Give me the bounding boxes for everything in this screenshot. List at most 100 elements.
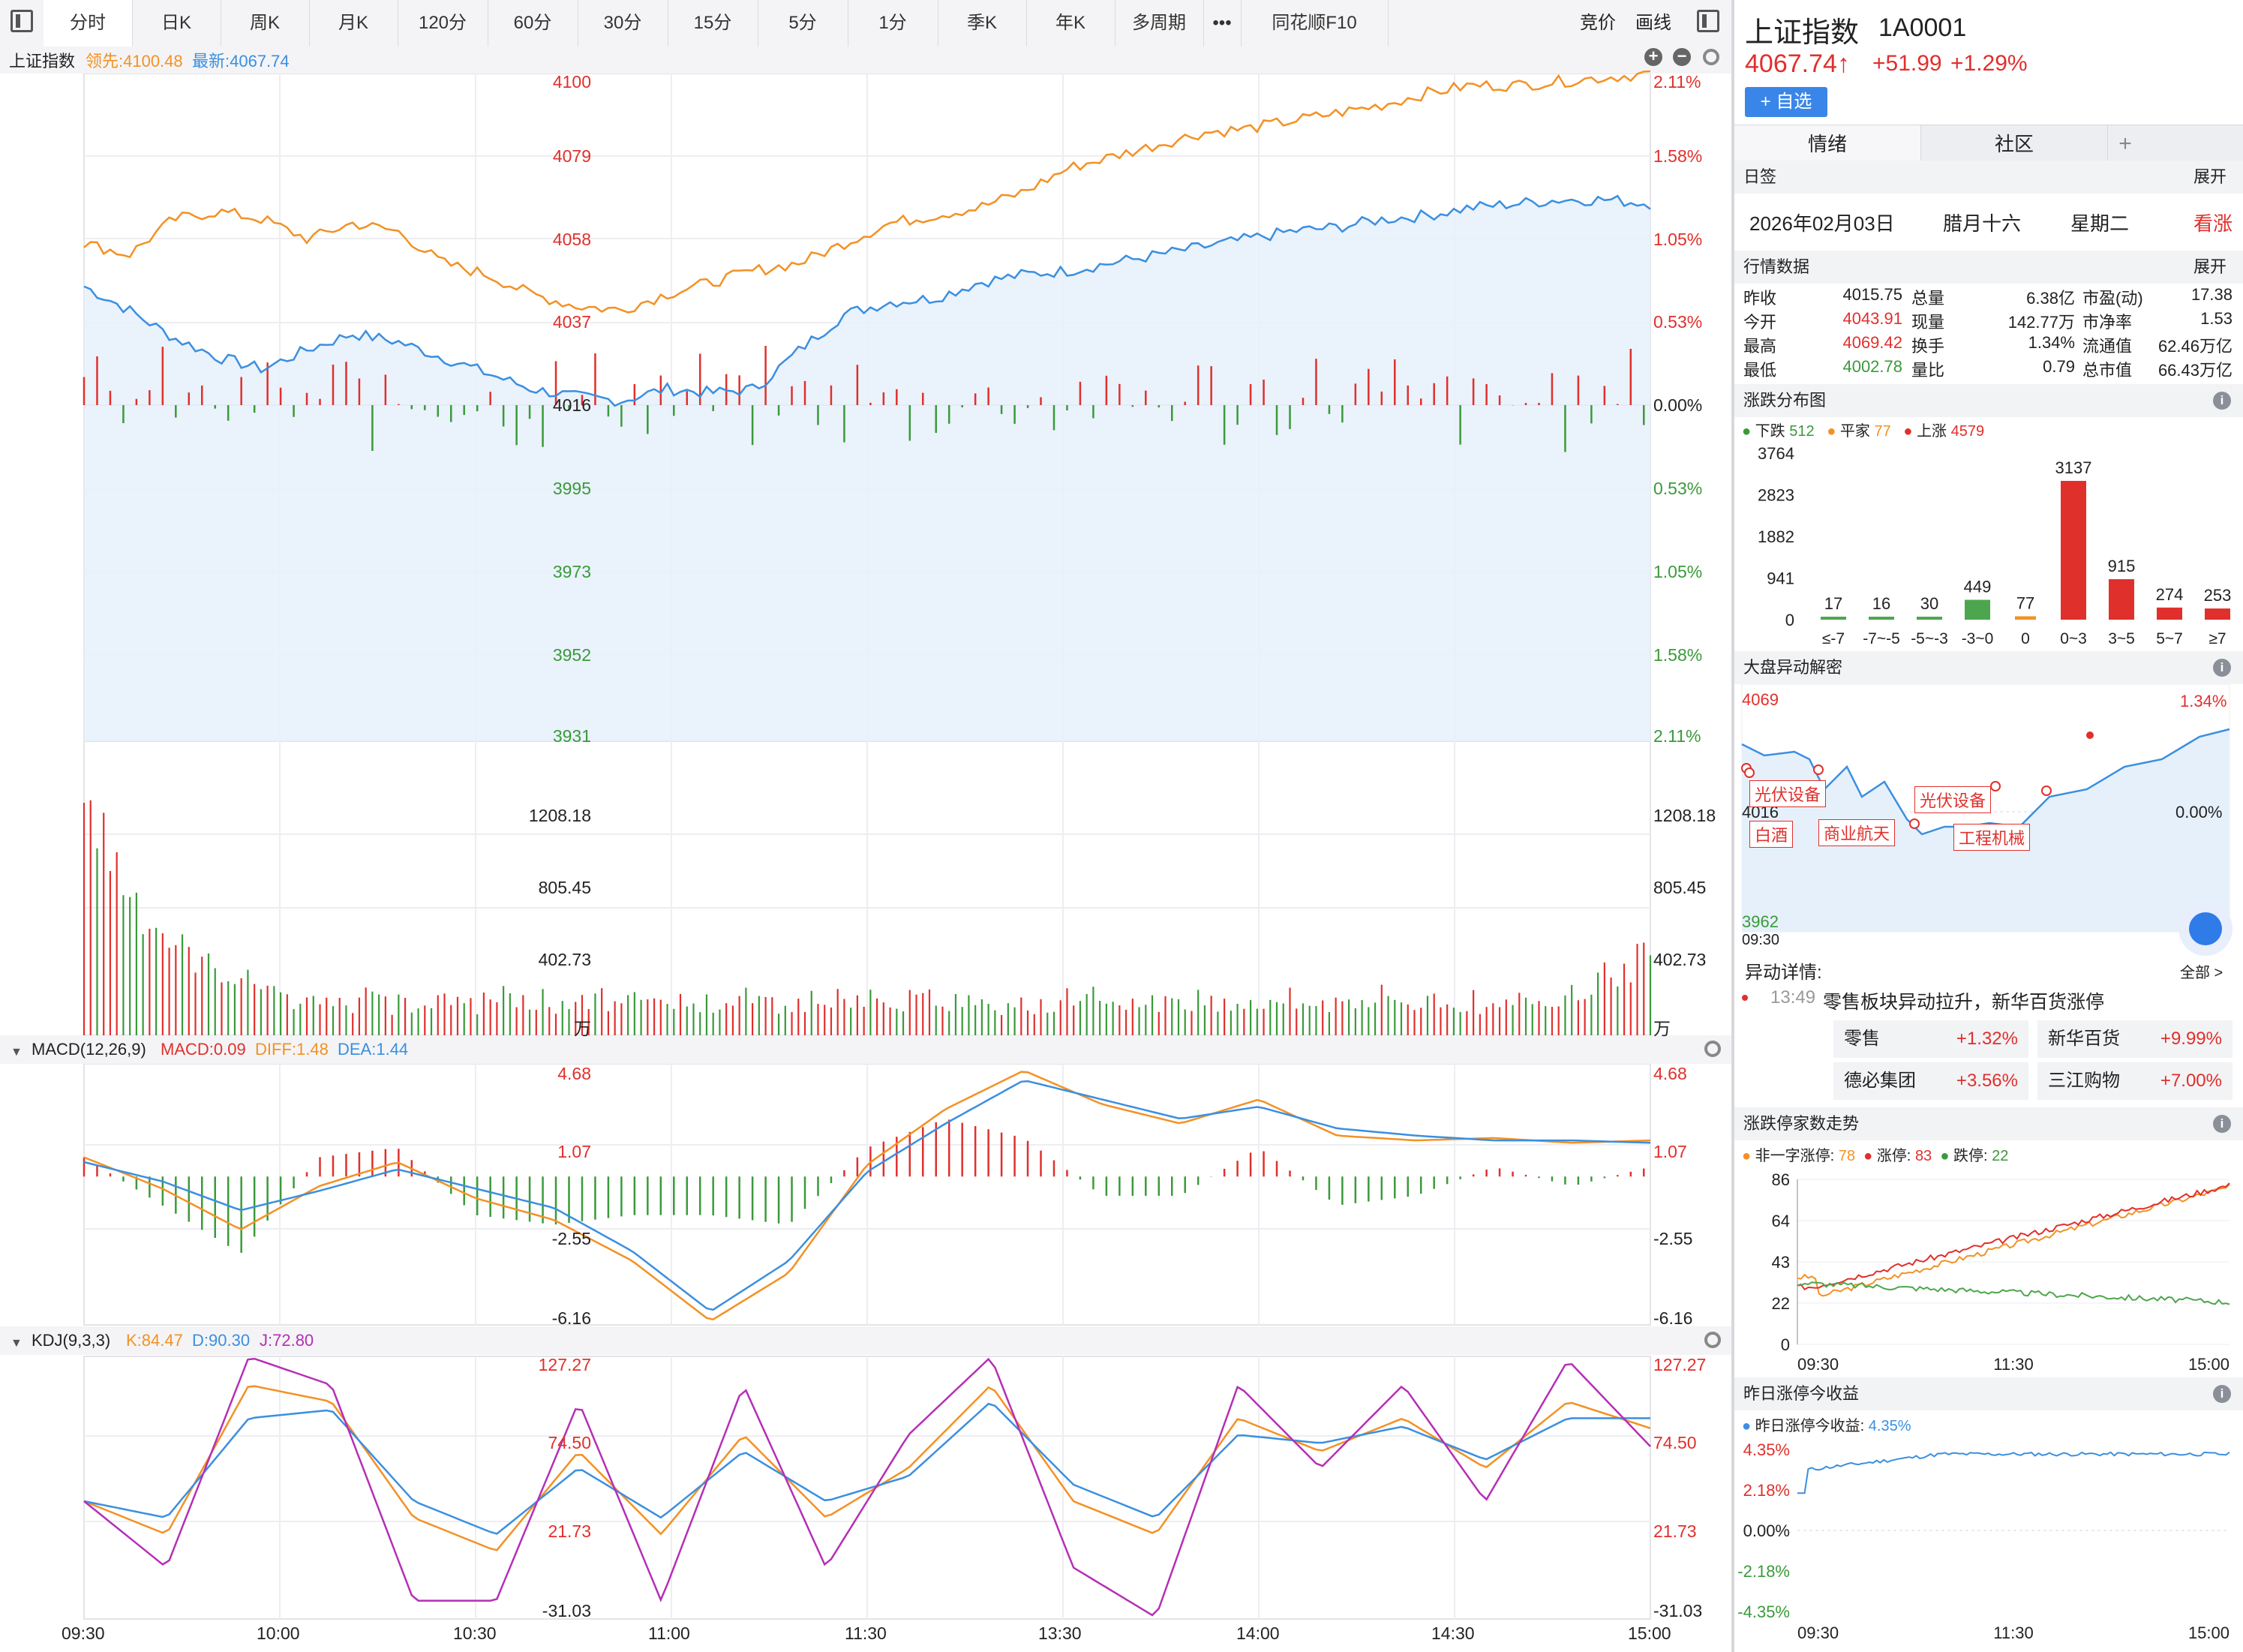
macd-tick: 1.07 (1653, 1142, 1687, 1161)
period-tab-13[interactable]: ••• (1203, 0, 1242, 47)
dist-bar (1821, 617, 1846, 620)
quote-value: 66.43万亿 (2157, 361, 2232, 380)
dist-category: ≤-7 (1822, 630, 1845, 647)
right-tabs: 情绪 社区 + (1734, 125, 2243, 164)
anomaly-all-link[interactable]: 全部 > (2180, 960, 2223, 982)
stock-pill-retail[interactable]: 零售 +1.32% (1833, 1020, 2028, 1058)
volume-tick: 万 (1653, 1019, 1671, 1038)
quote-value: 62.46万亿 (2157, 337, 2232, 356)
pill-pct: +1.32% (1956, 1029, 2018, 1049)
quote-value: 4002.78 (1842, 357, 1902, 376)
macd-tick: -2.55 (1653, 1229, 1693, 1248)
limit-section-title: 涨跌停家数走势 (1743, 1114, 1860, 1133)
macd-diff-value: DIFF:1.48 (255, 1040, 329, 1059)
quote-value: 4069.42 (1842, 333, 1902, 352)
quote-value: 0.79 (2043, 357, 2075, 376)
period-tab-1[interactable]: 日K (132, 0, 221, 47)
stock-title: 上证指数 (1745, 17, 1860, 49)
period-tab-2[interactable]: 周K (221, 0, 310, 47)
dist-category: -7~-5 (1863, 630, 1900, 647)
period-tab-11[interactable]: 年K (1026, 0, 1115, 47)
dist-value: 77 (2016, 593, 2034, 612)
limit-legend: ● 非一字涨停: 78 ● 涨停: 83 ● 跌停: 22 (1742, 1148, 2009, 1164)
dist-ytick: 941 (1767, 569, 1794, 588)
macd-tick: 1.07 (557, 1142, 591, 1161)
quote-label: 总市值 (2082, 361, 2133, 380)
time-tick: 09:30 (62, 1623, 105, 1643)
period-tab-7[interactable]: 15分 (668, 0, 758, 47)
quote-label: 换手 (1911, 337, 1945, 356)
anomaly-tag-pv1[interactable]: 光伏设备 (1749, 780, 1827, 807)
quote-label: 今开 (1743, 313, 1777, 332)
macd-settings-icon[interactable] (1704, 1041, 1721, 1057)
auction-button[interactable]: 竞价 (1580, 0, 1616, 47)
tab-community[interactable]: 社区 (1921, 125, 2108, 163)
toggle-left-panel-icon[interactable] (11, 10, 33, 32)
quote-label: 最低 (1743, 361, 1777, 380)
stock-pill-debi[interactable]: 德必集团 +3.56% (1833, 1062, 2028, 1100)
period-tab-4[interactable]: 120分 (398, 0, 488, 47)
period-tab-3[interactable]: 月K (309, 0, 398, 47)
period-tab-10[interactable]: 季K (938, 0, 1027, 47)
anomaly-mini-chart (1741, 684, 2230, 933)
kdj-k-value: K:84.47 (126, 1331, 183, 1350)
settings-gear-icon[interactable] (1703, 49, 1719, 65)
price-tick: 3952 (552, 645, 591, 665)
date-expand-link[interactable]: 展开 (2193, 161, 2226, 194)
add-tab-icon[interactable]: + (2108, 125, 2142, 163)
stock-pill-xinhua[interactable]: 新华百货 +9.99% (2037, 1020, 2232, 1058)
draw-line-button[interactable]: 画线 (1635, 0, 1671, 47)
collapse-kdj-icon[interactable]: ▼ (11, 1337, 23, 1350)
dist-info-icon[interactable]: i (2213, 392, 2231, 410)
yest-info-icon[interactable]: i (2213, 1385, 2231, 1403)
anomaly-section-header: 大盘异动解密 i (1734, 651, 2243, 684)
period-tab-5[interactable]: 60分 (488, 0, 578, 47)
anom-marker (1990, 781, 2001, 791)
dist-category: 0 (2021, 630, 2030, 647)
anomaly-pct: 1.34% (2180, 692, 2227, 710)
time-tick: 15:00 (1628, 1623, 1671, 1643)
quote-expand-link[interactable]: 展开 (2193, 251, 2226, 284)
pct-tick: 1.58% (1653, 146, 1703, 166)
mood-bullish[interactable]: 看涨 (2193, 209, 2232, 236)
yest-ytick: 0.00% (1743, 1521, 1790, 1540)
event-time: 13:49 (1770, 987, 1816, 1008)
dist-ytick: 0 (1785, 611, 1794, 629)
kdj-settings-icon[interactable] (1704, 1332, 1721, 1348)
assistant-float-button[interactable] (2178, 902, 2232, 956)
collapse-macd-icon[interactable]: ▼ (11, 1046, 23, 1059)
dist-value: 449 (1964, 578, 1992, 596)
period-tab-8[interactable]: 5分 (758, 0, 848, 47)
anomaly-bottom-value: 3962 (1742, 912, 1779, 931)
kdj-j-value: J:72.80 (260, 1331, 314, 1350)
kdj-tick: 74.50 (1653, 1433, 1697, 1452)
limit-info-icon[interactable]: i (2213, 1115, 2231, 1133)
anomaly-tag-machinery[interactable]: 工程机械 (1953, 824, 2031, 851)
stock-pill-sanjiang[interactable]: 三江购物 +7.00% (2037, 1062, 2232, 1100)
lead-value-label: 领先:4100.48 (86, 52, 183, 71)
price-tick: 4100 (552, 72, 591, 92)
dist-bar (2109, 579, 2134, 620)
period-tab-0[interactable]: 分时 (44, 0, 133, 47)
zoom-out-icon[interactable]: − (1673, 48, 1691, 66)
anomaly-tag-aerospace[interactable]: 商业航天 (1818, 819, 1896, 846)
toggle-right-panel-icon[interactable] (1697, 10, 1719, 32)
yest-section-title: 昨日涨停今收益 (1743, 1384, 1860, 1403)
period-tab-9[interactable]: 1分 (848, 0, 938, 47)
quote-label: 量比 (1911, 361, 1945, 380)
period-tab-12[interactable]: 多周期 (1115, 0, 1204, 47)
period-tab-14[interactable]: 同花顺F10 (1241, 0, 1389, 47)
anomaly-tag-pv2[interactable]: 光伏设备 (1914, 786, 1992, 813)
anom-marker-filled (2086, 731, 2094, 739)
zoom-in-icon[interactable]: + (1644, 48, 1662, 66)
anomaly-tag-liquor[interactable]: 白酒 (1749, 821, 1794, 848)
time-tick: 10:00 (257, 1623, 300, 1643)
tab-sentiment[interactable]: 情绪 (1734, 125, 1921, 163)
pill-name: 零售 (1844, 1029, 1880, 1049)
dist-bar (2061, 480, 2086, 620)
anomaly-info-icon[interactable]: i (2213, 659, 2231, 677)
period-tab-6[interactable]: 30分 (578, 0, 668, 47)
limit-ytick: 43 (1772, 1253, 1790, 1272)
add-watchlist-button[interactable]: + 自选 (1745, 87, 1827, 117)
macd-tick: -2.55 (551, 1229, 591, 1248)
